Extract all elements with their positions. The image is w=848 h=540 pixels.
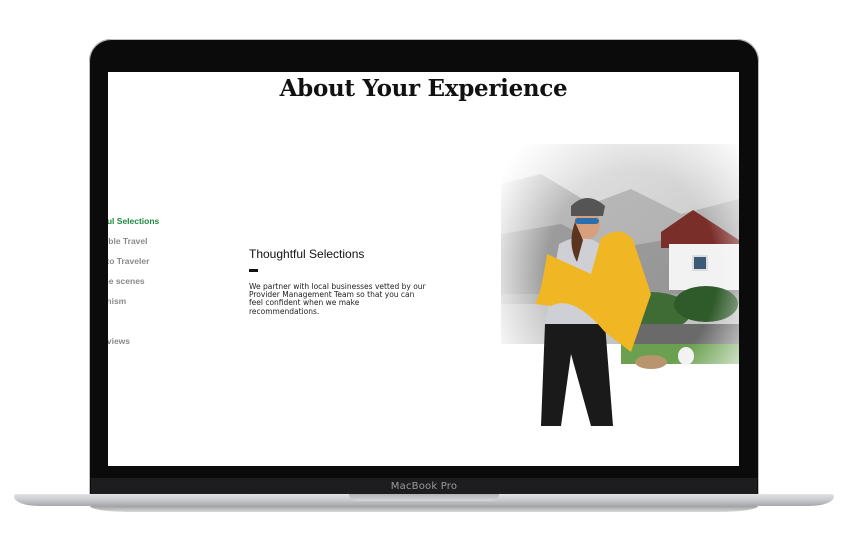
nav-item-traveler-to-traveler[interactable]: er to Traveler: [108, 255, 236, 275]
section-body: We partner with local businesses vetted …: [249, 282, 426, 316]
laptop-base-shadow: [90, 506, 758, 512]
section-title: Thoughtful Selections: [249, 247, 365, 261]
browser-screen: About Your Experience htful Selections n…: [108, 72, 739, 466]
laptop-notch: [349, 494, 499, 501]
page-title: About Your Experience: [279, 75, 568, 102]
title-underline: [249, 269, 258, 272]
side-nav: htful Selections nsible Travel er to Tra…: [108, 215, 236, 355]
nav-item-professionalism[interactable]: tionism: [108, 295, 236, 315]
hero-image: [501, 144, 739, 428]
nav-item-reviews[interactable]: Reviews: [108, 335, 236, 355]
nav-item-thoughtful-selections[interactable]: htful Selections: [108, 215, 236, 235]
content-block: Thoughtful Selections We partner with lo…: [249, 247, 429, 316]
device-brand-label: MacBook Pro: [390, 481, 458, 492]
nav-item-behind-the-scenes[interactable]: l the scenes: [108, 275, 236, 295]
nav-item-responsible-travel[interactable]: nsible Travel: [108, 235, 236, 255]
